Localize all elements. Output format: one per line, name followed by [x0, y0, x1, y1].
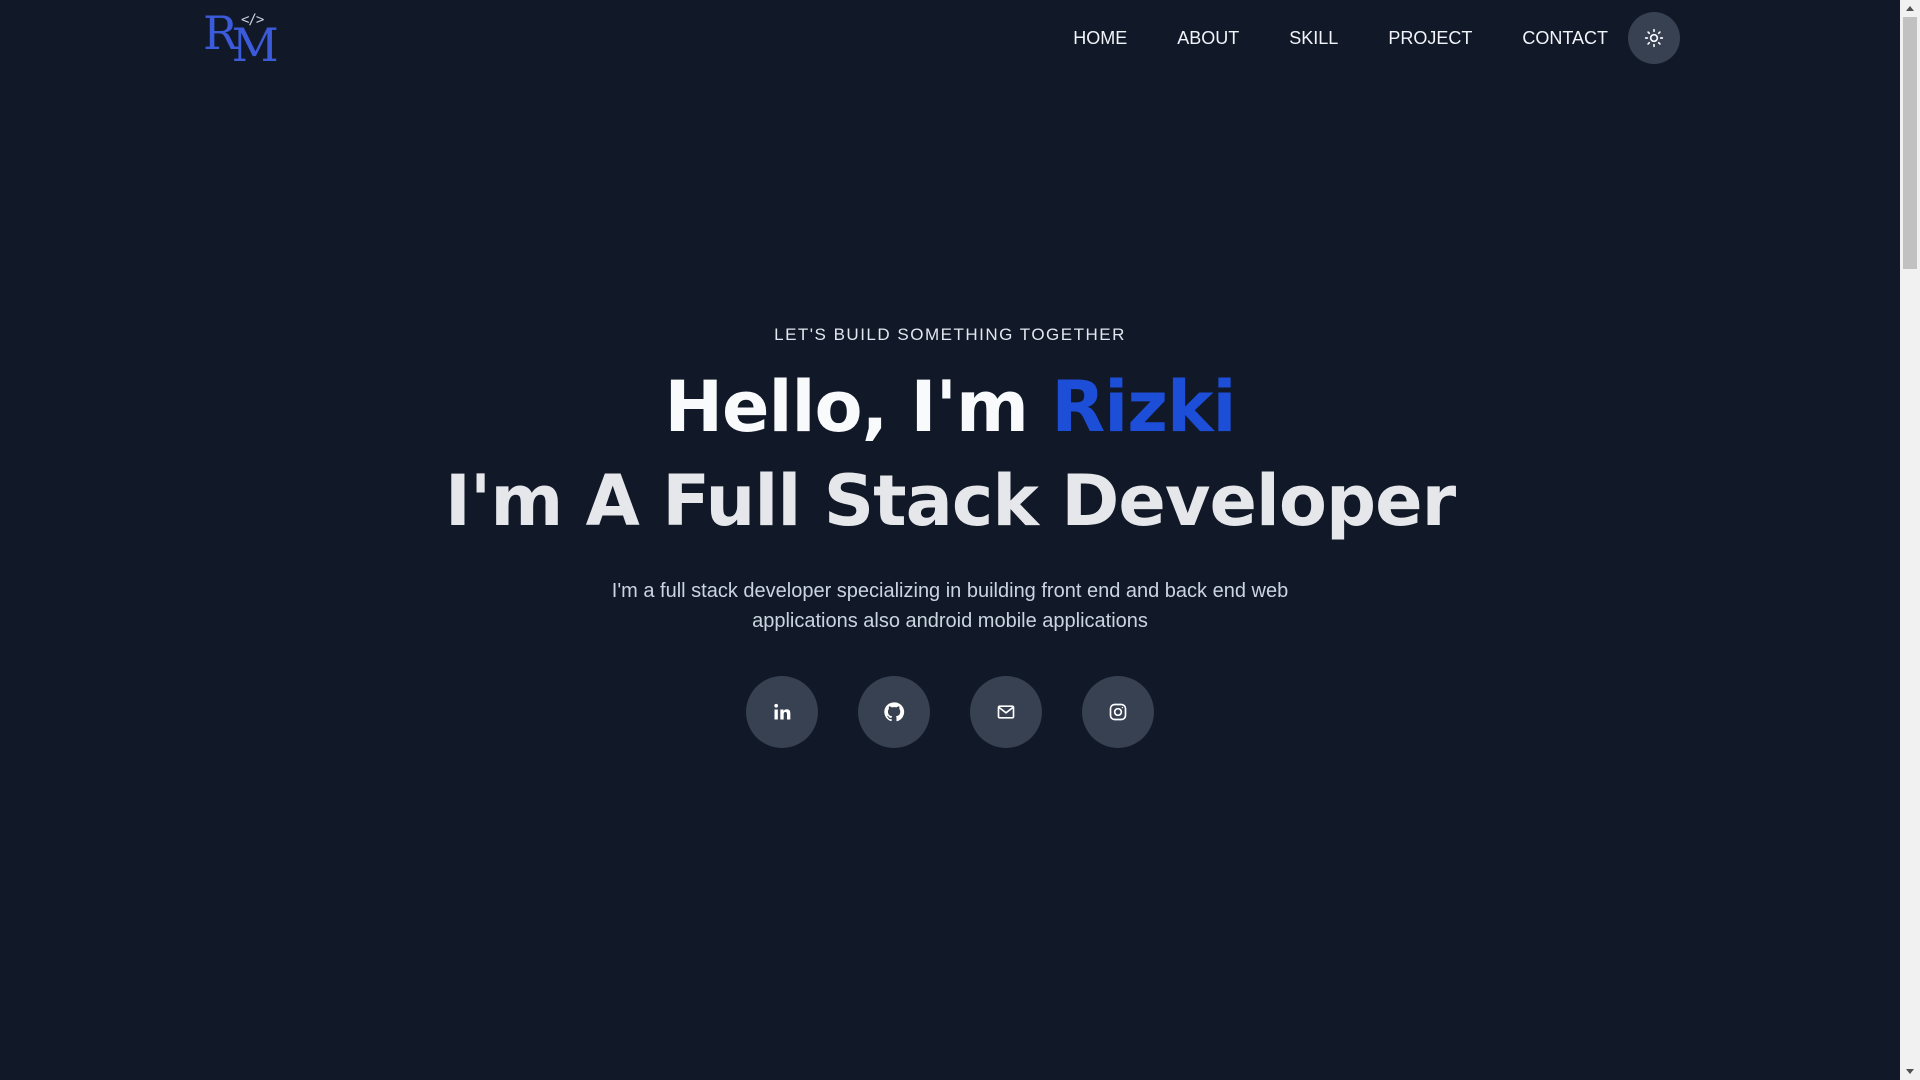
- nav-item-contact[interactable]: CONTACT: [1522, 28, 1608, 49]
- nav-item-about[interactable]: ABOUT: [1177, 28, 1239, 49]
- linkedin-icon: [774, 703, 791, 720]
- main-nav: HOME ABOUT SKILL PROJECT CONTACT: [1023, 12, 1680, 64]
- hero-role: I'm A Full Stack Developer: [444, 460, 1456, 542]
- sun-icon: [1644, 28, 1664, 48]
- scroll-up-icon: [1906, 6, 1914, 11]
- logo-letter-r: R: [203, 6, 238, 60]
- linkedin-button[interactable]: [746, 676, 818, 748]
- scroll-down-icon: [1906, 1069, 1914, 1074]
- instagram-icon: [1109, 703, 1127, 721]
- nav-item-home[interactable]: HOME: [1073, 28, 1127, 49]
- page: RM </> HOME ABOUT SKILL PROJECT CONTACT: [0, 0, 1920, 1080]
- scroll-thumb[interactable]: [1903, 17, 1917, 269]
- hero-description: I'm a full stack developer specializing …: [611, 580, 1289, 632]
- vertical-scrollbar[interactable]: [1900, 0, 1920, 1080]
- github-button[interactable]: [858, 676, 930, 748]
- github-icon: [884, 702, 905, 722]
- theme-toggle-button[interactable]: [1628, 12, 1680, 64]
- hero-section: LET'S BUILD SOMETHING TOGETHER Hello, I'…: [0, 310, 1900, 748]
- instagram-button[interactable]: [1082, 676, 1154, 748]
- nav-item-skill[interactable]: SKILL: [1289, 28, 1338, 49]
- greeting-prefix: Hello, I'm: [664, 366, 1052, 448]
- site-logo[interactable]: RM </>: [203, 10, 279, 68]
- logo-code-mark: </>: [241, 12, 264, 28]
- site-header: RM </> HOME ABOUT SKILL PROJECT CONTACT: [0, 0, 1900, 76]
- social-links: [0, 676, 1900, 748]
- mail-icon: [997, 705, 1015, 719]
- scroll-down-arrow[interactable]: [1900, 1063, 1920, 1080]
- hero-greeting: Hello, I'm Rizki: [0, 360, 1900, 454]
- email-button[interactable]: [970, 676, 1042, 748]
- nav-item-project[interactable]: PROJECT: [1388, 28, 1472, 49]
- scroll-up-arrow[interactable]: [1900, 0, 1920, 17]
- hero-tagline: LET'S BUILD SOMETHING TOGETHER: [774, 325, 1126, 344]
- hero-name: Rizki: [1051, 366, 1236, 448]
